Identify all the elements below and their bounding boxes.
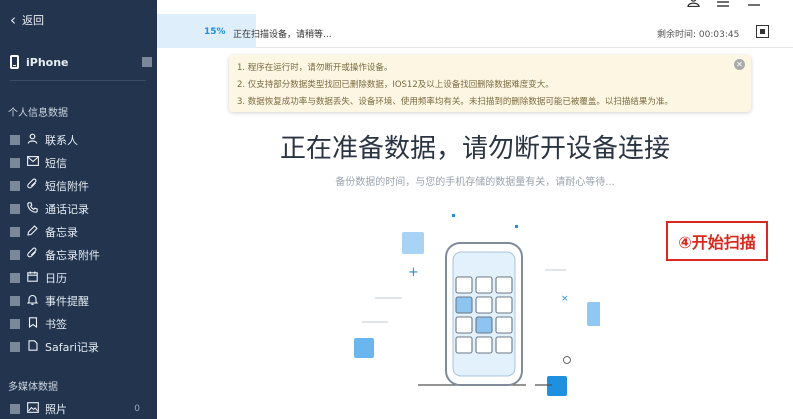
paperclip-icon xyxy=(26,247,39,262)
sidebar-item-sms-attachments[interactable]: 短信附件 xyxy=(10,174,100,197)
decor-dot xyxy=(515,225,518,228)
checkbox[interactable] xyxy=(10,318,20,329)
notice-line-1: 1. 程序在运行时，请勿断开或操作设备。 xyxy=(237,63,393,73)
item-count: 0 xyxy=(134,404,140,414)
step-annotation: ④开始扫描 xyxy=(666,221,768,261)
decor-square xyxy=(547,376,567,396)
note-icon xyxy=(26,224,39,239)
phone-screen xyxy=(452,251,516,377)
chevron-left-icon: ‹ xyxy=(10,11,16,29)
decor-square xyxy=(402,232,424,254)
remaining-time: 剩余时间: 00:03:45 xyxy=(657,30,740,40)
checkbox[interactable] xyxy=(10,249,20,260)
back-button[interactable]: ‹ 返回 xyxy=(10,12,44,28)
sidebar-item-label: 短信 xyxy=(45,156,67,170)
sidebar-item-call-log[interactable]: 通话记录 xyxy=(10,197,100,220)
sidebar-item-photos[interactable]: 照片 0 xyxy=(10,401,140,417)
mail-icon xyxy=(26,156,39,169)
checkbox[interactable] xyxy=(10,180,20,191)
phone-icon xyxy=(26,201,39,216)
decor-square xyxy=(354,338,374,358)
sidebar-item-sms[interactable]: 短信 xyxy=(10,151,100,174)
sidebar-item-safari-history[interactable]: Safari记录 xyxy=(10,335,100,358)
paperclip-icon xyxy=(26,178,39,193)
progress-percent: 15% xyxy=(204,27,226,37)
sidebar-item-label: 短信附件 xyxy=(45,179,89,193)
plus-icon: + xyxy=(408,265,419,280)
checkbox[interactable] xyxy=(10,157,20,168)
document-icon xyxy=(26,339,39,354)
sidebar-item-label: 备忘录 xyxy=(45,225,78,239)
device-name: iPhone xyxy=(26,55,69,69)
bell-icon xyxy=(26,294,39,308)
checkbox[interactable] xyxy=(10,404,20,414)
checkbox[interactable] xyxy=(10,203,20,214)
stop-scan-button[interactable] xyxy=(756,25,769,38)
decor-dot xyxy=(452,214,455,217)
notice-line-2: 2. 仅支持部分数据类型找回已删除数据，IOS12及以上设备找回删除数据难度变大… xyxy=(237,80,554,90)
app-window: ‹ 返回 iPhone 个人信息数据 联系人 短信 短信附件 通话记录 备忘录 … xyxy=(0,0,793,419)
sidebar-item-label: 事件提醒 xyxy=(45,294,89,308)
sidebar-item-bookmarks[interactable]: 书签 xyxy=(10,312,100,335)
sidebar-item-label: 照片 xyxy=(45,403,67,416)
sidebar-item-label: 日历 xyxy=(45,271,67,285)
sidebar-item-label: 备忘录附件 xyxy=(45,248,100,262)
phone-device-icon xyxy=(10,55,19,69)
sidebar-item-note-attachments[interactable]: 备忘录附件 xyxy=(10,243,100,266)
user-icon[interactable] xyxy=(687,0,700,11)
back-label: 返回 xyxy=(22,14,44,27)
phone-illustration: + × xyxy=(354,214,600,396)
sidebar-item-label: 联系人 xyxy=(45,133,78,147)
sidebar-item-label: 通话记录 xyxy=(45,202,89,216)
sidebar-item-label: 书签 xyxy=(45,317,67,331)
close-icon[interactable]: ✕ xyxy=(734,59,745,70)
personal-data-list: 联系人 短信 短信附件 通话记录 备忘录 备忘录附件 日历 事件提醒 书签 Sa… xyxy=(10,128,100,358)
section-personal-data: 个人信息数据 xyxy=(8,108,68,119)
page-title: 正在准备数据，请勿断开设备连接 xyxy=(279,134,670,164)
device-row[interactable]: iPhone xyxy=(10,55,152,69)
progress-status: 正在扫描设备，请稍等... xyxy=(233,30,332,40)
page-subtitle: 备份数据的时间，与您的手机存储的数据量有关，请耐心等待... xyxy=(335,177,615,188)
notice-banner: 1. 程序在运行时，请勿断开或操作设备。 2. 仅支持部分数据类型找回已删除数据… xyxy=(229,55,751,112)
minimize-icon[interactable] xyxy=(748,0,760,11)
sidebar: ‹ 返回 iPhone 个人信息数据 联系人 短信 短信附件 通话记录 备忘录 … xyxy=(0,0,157,419)
checkbox[interactable] xyxy=(10,272,20,283)
scan-progress-bar: 15% 正在扫描设备，请稍等... 剩余时间: 00:03:45 xyxy=(157,14,793,48)
checkbox[interactable] xyxy=(10,341,20,352)
sidebar-item-calendar[interactable]: 日历 xyxy=(10,266,100,289)
device-checkbox[interactable] xyxy=(142,57,152,67)
checkbox[interactable] xyxy=(10,226,20,237)
menu-icon[interactable] xyxy=(717,0,729,11)
sidebar-item-label: Safari记录 xyxy=(45,340,99,354)
x-mark-icon: × xyxy=(561,294,569,304)
checkbox[interactable] xyxy=(10,134,20,145)
checkbox[interactable] xyxy=(10,295,20,306)
sidebar-item-contacts[interactable]: 联系人 xyxy=(10,128,100,151)
calendar-icon xyxy=(26,271,39,285)
divider xyxy=(10,80,146,81)
section-media-data: 多媒体数据 xyxy=(8,382,58,393)
photo-icon xyxy=(26,402,39,416)
sidebar-item-reminders[interactable]: 事件提醒 xyxy=(10,289,100,312)
notice-line-3: 3. 数据恢复成功率与数据丢失、设备环境、使用频率均有关。未扫描到的删除数据可能… xyxy=(237,97,673,107)
person-icon xyxy=(26,133,39,147)
bookmark-icon xyxy=(26,316,39,331)
decor-square xyxy=(587,302,600,326)
sidebar-item-notes[interactable]: 备忘录 xyxy=(10,220,100,243)
decor-circle xyxy=(563,356,571,364)
